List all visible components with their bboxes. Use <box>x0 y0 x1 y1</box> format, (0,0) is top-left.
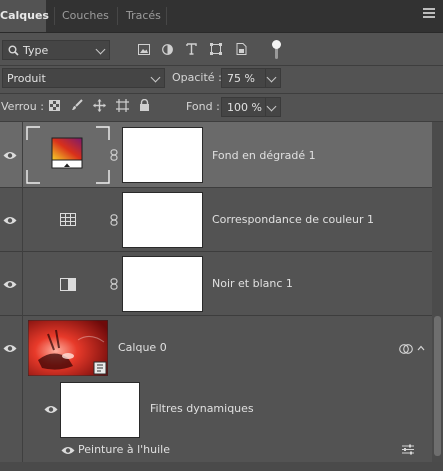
opacity-label: Opacité : <box>172 71 222 84</box>
eye-visibility-icon[interactable] <box>3 344 17 353</box>
gradient-fill-thumbnail-icon <box>51 137 83 169</box>
smart-filter-name: Peinture à l'huile <box>78 443 171 456</box>
filter-kind-select[interactable]: Type <box>2 40 110 60</box>
pixel-layer-filter-icon[interactable] <box>138 44 150 55</box>
opacity-input[interactable]: 75 % <box>221 68 281 88</box>
tab-separator <box>54 7 55 25</box>
layer-row-gradient-fill[interactable]: Fond en dégradé 1 <box>0 122 443 188</box>
layer-name: Calque 0 <box>118 341 167 354</box>
eye-visibility-icon[interactable] <box>3 216 17 225</box>
panel-tab-bar: Calques Couches Tracés <box>0 0 443 33</box>
smart-filter-mask-thumbnail[interactable] <box>60 382 140 438</box>
lock-label: Verrou : <box>1 100 44 113</box>
lock-position-move-icon[interactable] <box>93 99 106 112</box>
divider <box>22 252 23 316</box>
eye-visibility-icon[interactable] <box>61 446 75 455</box>
divider <box>0 65 443 66</box>
layer-mask-thumbnail[interactable] <box>122 256 203 312</box>
link-chain-icon[interactable] <box>110 214 118 226</box>
search-icon <box>8 45 19 56</box>
tab-traces[interactable]: Tracés <box>120 0 167 32</box>
blend-mode-select[interactable]: Produit <box>2 68 165 88</box>
lock-image-pixels-brush-icon[interactable] <box>71 99 83 111</box>
tab-separator <box>117 7 118 25</box>
scrollbar-thumb[interactable] <box>434 316 441 456</box>
fill-input[interactable]: 100 % <box>221 97 281 117</box>
black-and-white-adjustment-icon <box>60 278 76 291</box>
layer-name: Noir et blanc 1 <box>212 277 293 290</box>
eye-visibility-icon[interactable] <box>3 280 17 289</box>
tab-calques[interactable]: Calques <box>0 0 49 32</box>
chevron-down-icon <box>150 72 161 83</box>
chevron-down-icon <box>266 72 277 83</box>
tab-couches[interactable]: Couches <box>56 0 115 32</box>
type-layer-filter-icon[interactable] <box>186 43 197 55</box>
link-chain-icon[interactable] <box>110 278 118 290</box>
divider <box>22 188 23 252</box>
panel-menu-icon[interactable] <box>423 8 435 18</box>
chevron-up-icon[interactable] <box>417 345 425 351</box>
smart-filters-row[interactable]: Filtres dynamiques <box>23 379 443 442</box>
shape-layer-filter-icon[interactable] <box>210 43 222 55</box>
lock-all-icon[interactable] <box>139 99 150 111</box>
layer-row-color-match[interactable]: Correspondance de couleur 1 <box>0 188 443 252</box>
divider <box>22 122 23 188</box>
layer-name: Correspondance de couleur 1 <box>212 213 375 226</box>
smart-filters-label: Filtres dynamiques <box>150 402 254 415</box>
lock-transparent-pixels-icon[interactable] <box>49 100 60 111</box>
blending-options-icon[interactable] <box>402 444 414 455</box>
chevron-down-icon <box>95 44 106 55</box>
chevron-down-icon <box>266 101 277 112</box>
smart-object-image-thumbnail[interactable] <box>28 320 108 376</box>
tab-separator <box>166 7 167 25</box>
smart-filter-indicator-icon[interactable] <box>399 343 413 355</box>
divider <box>0 93 443 94</box>
layer-row-calque-0[interactable]: Calque 0 <box>0 316 443 471</box>
smart-object-filter-icon[interactable] <box>235 43 247 55</box>
layer-row-black-white[interactable]: Noir et blanc 1 <box>0 252 443 316</box>
scrollbar-track[interactable] <box>432 122 443 462</box>
filter-toggle-switch[interactable] <box>271 39 282 61</box>
layer-name: Fond en dégradé 1 <box>212 149 316 162</box>
fill-label: Fond : <box>186 100 220 113</box>
link-chain-icon[interactable] <box>110 149 118 161</box>
smart-filter-item-oil-paint[interactable]: Peinture à l'huile <box>23 442 443 458</box>
eye-visibility-icon[interactable] <box>3 151 17 160</box>
color-lookup-grid-icon <box>60 213 76 226</box>
opacity-value: 75 % <box>227 72 255 85</box>
eye-visibility-icon[interactable] <box>44 405 58 414</box>
adjustment-layer-filter-icon[interactable] <box>162 44 173 55</box>
lock-artboard-icon[interactable] <box>116 99 129 112</box>
fill-value: 100 % <box>227 101 262 114</box>
layer-mask-thumbnail[interactable] <box>122 192 203 248</box>
panel-footer <box>0 462 443 471</box>
blend-mode-value: Produit <box>7 72 46 85</box>
layer-mask-thumbnail[interactable] <box>122 127 203 183</box>
filter-kind-value: Type <box>23 44 49 57</box>
